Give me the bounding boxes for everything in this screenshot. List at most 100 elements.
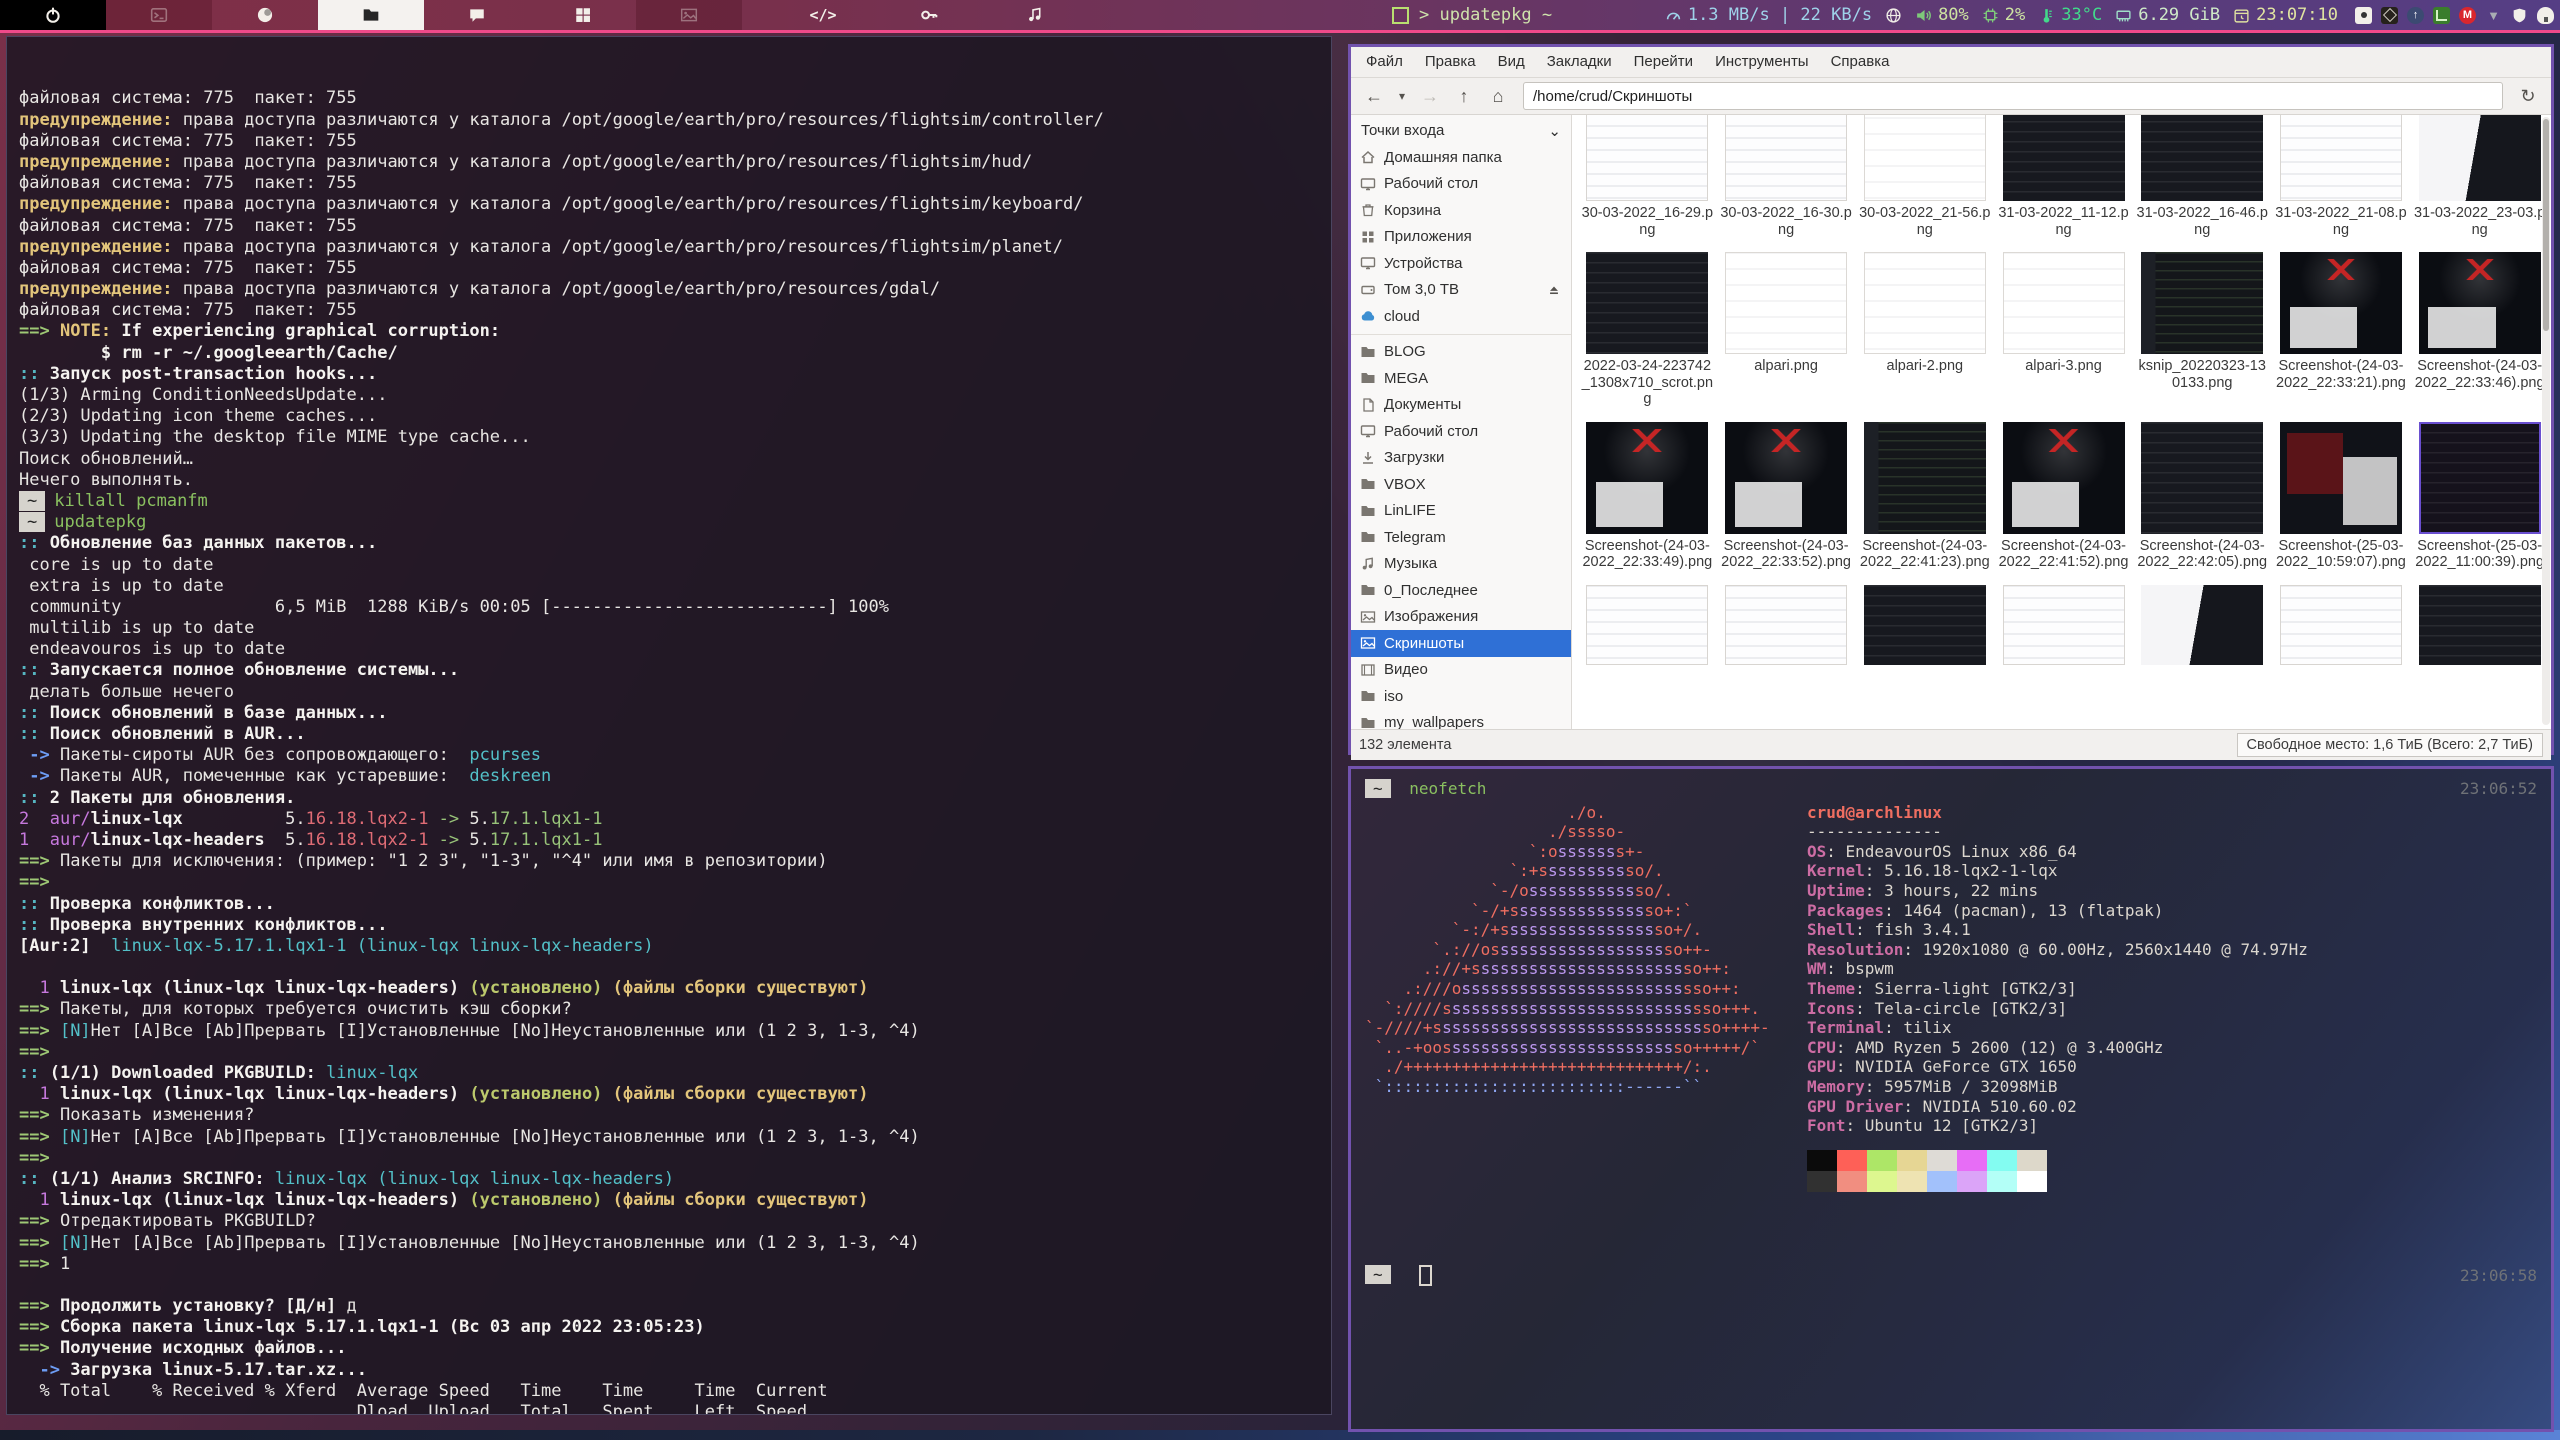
tray-shield-info-icon[interactable] bbox=[2511, 7, 2528, 24]
file-item[interactable]: alpari-2.png bbox=[1855, 252, 1994, 408]
launcher-code[interactable]: </> bbox=[770, 0, 876, 30]
forward-button[interactable]: → bbox=[1415, 82, 1445, 110]
tray-network-icon[interactable] bbox=[2433, 7, 2450, 24]
terminal-line: предупреждение: права доступа различаютс… bbox=[19, 279, 1319, 300]
file-item[interactable]: 31-03-2022_23-03.png bbox=[2410, 115, 2549, 238]
menu-Справка[interactable]: Справка bbox=[1820, 47, 1901, 77]
terminal-window-neofetch[interactable]: ~ neofetch 23:06:52 ./o. ./sssso- `:osss… bbox=[1348, 766, 2554, 1432]
places-mode-select[interactable]: Точки входа ⌄ bbox=[1351, 117, 1571, 144]
file-item[interactable]: Screenshot-(24-03-2022_22:33:46).png bbox=[2410, 252, 2549, 408]
file-item[interactable]: alpari.png bbox=[1717, 252, 1856, 408]
file-item[interactable]: 30-03-2022_16-30.png bbox=[1717, 115, 1856, 238]
history-chevron-down-icon[interactable]: ▾ bbox=[1393, 82, 1411, 110]
path-input[interactable]: /home/crud/Скриншоты bbox=[1523, 82, 2503, 110]
tray-keepassxc-icon[interactable] bbox=[2355, 7, 2372, 24]
file-item[interactable]: Screenshot-(24-03-2022_22:42:05).png bbox=[2133, 422, 2272, 571]
file-item-cropped[interactable] bbox=[1717, 585, 1856, 665]
file-item-cropped[interactable] bbox=[1578, 585, 1717, 665]
file-item[interactable]: 30-03-2022_21-56.png bbox=[1855, 115, 1994, 238]
sidebar-item-Домашняя папка[interactable]: Домашняя папка bbox=[1351, 144, 1571, 171]
speaker-module[interactable]: 80% bbox=[1915, 5, 1969, 25]
scrollbar-handle[interactable] bbox=[2543, 119, 2549, 331]
pcmanfm-window[interactable]: ФайлПравкаВидЗакладкиПерейтиИнструментыС… bbox=[1348, 44, 2554, 755]
eject-icon[interactable] bbox=[1547, 283, 1561, 297]
file-item[interactable]: Screenshot-(25-03-2022_11:00:39).png bbox=[2410, 422, 2549, 571]
tray-sync-icon[interactable]: ↑ bbox=[2407, 7, 2424, 24]
sidebar-item-0_Последнее[interactable]: 0_Последнее bbox=[1351, 577, 1571, 604]
menu-Вид[interactable]: Вид bbox=[1487, 47, 1536, 77]
workspace-windows[interactable] bbox=[530, 0, 636, 30]
sidebar-item-Скриншоты[interactable]: Скриншоты bbox=[1351, 630, 1571, 657]
menu-Перейти[interactable]: Перейти bbox=[1623, 47, 1704, 77]
file-item[interactable]: 31-03-2022_16-46.png bbox=[2133, 115, 2272, 238]
tray-dropbox-icon[interactable]: ▼ bbox=[2485, 7, 2502, 24]
file-item[interactable]: Screenshot-(24-03-2022_22:41:23).png bbox=[1855, 422, 1994, 571]
file-item[interactable]: alpari-3.png bbox=[1994, 252, 2133, 408]
menu-Файл[interactable]: Файл bbox=[1355, 47, 1414, 77]
tray-diamond-icon[interactable] bbox=[2381, 7, 2398, 24]
sidebar-item-Том 3,0 ТВ[interactable]: Том 3,0 ТВ bbox=[1351, 277, 1571, 304]
tray-bulb-icon[interactable] bbox=[2537, 7, 2554, 24]
sidebar-item-VBOX[interactable]: VBOX bbox=[1351, 471, 1571, 498]
workspace-chat[interactable] bbox=[424, 0, 530, 30]
file-thumbnail bbox=[2419, 115, 2541, 201]
menu-Правка[interactable]: Правка bbox=[1414, 47, 1487, 77]
launcher-key[interactable] bbox=[876, 0, 982, 30]
network-speed-module[interactable]: 1.3 MB/s | 22 KB/s bbox=[1665, 5, 1872, 25]
sidebar-item-MEGA[interactable]: MEGA bbox=[1351, 365, 1571, 392]
terminal-window-updatepkg[interactable]: файловая система: 775 пакет: 755предупре… bbox=[6, 36, 1332, 1415]
sidebar-item-Музыка[interactable]: Музыка bbox=[1351, 551, 1571, 578]
home-button[interactable]: ⌂ bbox=[1483, 82, 1513, 110]
file-item[interactable]: Screenshot-(24-03-2022_22:33:49).png bbox=[1578, 422, 1717, 571]
file-item[interactable]: 31-03-2022_21-08.png bbox=[2272, 115, 2411, 238]
launcher-music[interactable] bbox=[982, 0, 1088, 30]
file-item[interactable]: 31-03-2022_11-12.png bbox=[1994, 115, 2133, 238]
file-item[interactable]: Screenshot-(25-03-2022_10:59:07).png bbox=[2272, 422, 2411, 571]
sidebar-item-Рабочий стол[interactable]: Рабочий стол bbox=[1351, 171, 1571, 198]
menu-Инструменты[interactable]: Инструменты bbox=[1704, 47, 1820, 77]
sidebar-item-Загрузки[interactable]: Загрузки bbox=[1351, 445, 1571, 472]
sidebar-item-LinLIFE[interactable]: LinLIFE bbox=[1351, 498, 1571, 525]
workspace-firefox[interactable] bbox=[212, 0, 318, 30]
calendar-clock-module[interactable]: 23:07:10 bbox=[2233, 5, 2338, 25]
file-item[interactable]: Screenshot-(24-03-2022_22:33:21).png bbox=[2272, 252, 2411, 408]
globe-icon[interactable] bbox=[1885, 7, 1902, 24]
file-item-cropped[interactable] bbox=[2272, 585, 2411, 665]
reload-button[interactable]: ↻ bbox=[2513, 82, 2543, 110]
sidebar-item-iso[interactable]: iso bbox=[1351, 683, 1571, 710]
menu-Закладки[interactable]: Закладки bbox=[1536, 47, 1623, 77]
thermometer-module[interactable]: 33°C bbox=[2038, 5, 2102, 25]
workspace-folder[interactable] bbox=[318, 0, 424, 30]
file-item-cropped[interactable] bbox=[2410, 585, 2549, 665]
up-button[interactable]: ↑ bbox=[1449, 82, 1479, 110]
file-item-cropped[interactable] bbox=[1855, 585, 1994, 665]
terminal-line: -> Пакеты AUR, помеченные как устаревшие… bbox=[19, 766, 1319, 787]
back-button[interactable]: ← bbox=[1359, 82, 1389, 110]
workspace-image[interactable] bbox=[636, 0, 742, 30]
sidebar-item-Документы[interactable]: Документы bbox=[1351, 392, 1571, 419]
sidebar-item-Корзина[interactable]: Корзина bbox=[1351, 197, 1571, 224]
sidebar-item-Видео[interactable]: Видео bbox=[1351, 657, 1571, 684]
sidebar-item-BLOG[interactable]: BLOG bbox=[1351, 339, 1571, 366]
scrollbar[interactable] bbox=[2542, 117, 2550, 725]
workspace-power[interactable] bbox=[0, 0, 106, 30]
sidebar-item-cloud[interactable]: cloud bbox=[1351, 303, 1571, 330]
file-item[interactable]: Screenshot-(24-03-2022_22:33:52).png bbox=[1717, 422, 1856, 571]
file-item-cropped[interactable] bbox=[2133, 585, 2272, 665]
file-item[interactable]: 2022-03-24-223742_1308x710_scrot.png bbox=[1578, 252, 1717, 408]
file-item[interactable]: Screenshot-(24-03-2022_22:41:52).png bbox=[1994, 422, 2133, 571]
file-thumbnail-wrap bbox=[2419, 115, 2541, 201]
file-item-cropped[interactable] bbox=[1994, 585, 2133, 665]
file-item[interactable]: ksnip_20220323-130133.png bbox=[2133, 252, 2272, 408]
file-item[interactable]: 30-03-2022_16-29.png bbox=[1578, 115, 1717, 238]
ram-module[interactable]: 6.29 GiB bbox=[2115, 5, 2220, 25]
workspace-terminal[interactable] bbox=[106, 0, 212, 30]
sidebar-item-Рабочий стол[interactable]: Рабочий стол bbox=[1351, 418, 1571, 445]
sidebar-item-Приложения[interactable]: Приложения bbox=[1351, 224, 1571, 251]
sidebar-item-my_wallpapers[interactable]: my_wallpapers bbox=[1351, 710, 1571, 730]
tray-mega-icon[interactable]: M bbox=[2459, 7, 2476, 24]
sidebar-item-Изображения[interactable]: Изображения bbox=[1351, 604, 1571, 631]
sidebar-item-Telegram[interactable]: Telegram bbox=[1351, 524, 1571, 551]
chip-module[interactable]: 2% bbox=[1982, 5, 2025, 25]
sidebar-item-Устройства[interactable]: Устройства bbox=[1351, 250, 1571, 277]
